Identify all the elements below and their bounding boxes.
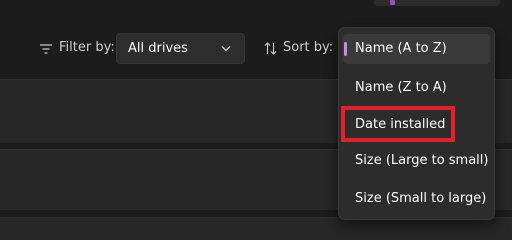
- filter-icon: [40, 44, 52, 54]
- chevron-down-icon: [221, 46, 231, 52]
- sort-option-label: Name (A to Z): [355, 41, 447, 56]
- filter-label: Filter by:: [59, 40, 115, 55]
- apps-list-page: Filter by: All drives Sort by: Name (A t…: [0, 0, 512, 240]
- sort-option-date-installed[interactable]: Date installed: [343, 110, 490, 140]
- list-item[interactable]: [0, 217, 512, 240]
- sort-options-menu: Name (A to Z) Name (Z to A) Date install…: [338, 27, 495, 220]
- top-toolbar-chip[interactable]: [374, 0, 500, 6]
- sort-option-label: Date installed: [355, 117, 446, 132]
- selected-indicator: [344, 42, 347, 56]
- sort-option-name-a-to-z[interactable]: Name (A to Z): [343, 34, 490, 64]
- sort-option-size-large-to-small[interactable]: Size (Large to small): [343, 146, 490, 176]
- sort-icon: [264, 42, 277, 55]
- sort-option-size-small-to-large[interactable]: Size (Small to large): [343, 184, 490, 214]
- sort-option-name-z-to-a[interactable]: Name (Z to A): [343, 73, 490, 103]
- app-mark-icon: [390, 0, 395, 5]
- drives-filter-dropdown[interactable]: All drives: [116, 33, 245, 64]
- drives-filter-value: All drives: [128, 41, 188, 56]
- sort-option-label: Size (Small to large): [355, 191, 487, 206]
- sort-option-label: Name (Z to A): [355, 80, 447, 95]
- sort-option-label: Size (Large to small): [355, 153, 489, 168]
- sort-label: Sort by:: [283, 40, 334, 55]
